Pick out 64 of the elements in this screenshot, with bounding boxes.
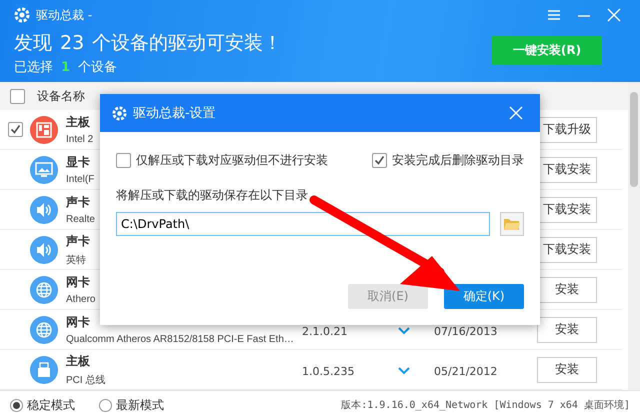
monitor-icon: [35, 162, 53, 178]
selected-label: 个设备: [78, 59, 118, 76]
install-button[interactable]: 下载安装: [537, 236, 597, 262]
mode-radio[interactable]: [99, 398, 112, 412]
device-name: Intel 2: [66, 134, 94, 145]
device-name: Realte: [66, 214, 95, 225]
device-name: PCI 总线: [66, 374, 106, 386]
install-button[interactable]: 下载安装: [537, 196, 597, 222]
close-icon: [607, 8, 621, 22]
globe-icon: [36, 282, 52, 298]
device-type: 网卡: [66, 274, 90, 291]
chevron-down-icon[interactable]: [398, 327, 410, 335]
close-icon: [509, 106, 523, 120]
selected-count: 1: [61, 60, 70, 75]
speaker-icon: [35, 202, 53, 218]
row-checkbox[interactable]: [8, 122, 23, 137]
gear-icon: [14, 7, 30, 23]
speaker-icon: [35, 242, 53, 258]
circuit-board-icon: [36, 122, 52, 138]
headline-text: 发现: [14, 31, 52, 56]
device-type: 主板: [66, 352, 90, 370]
gear-icon: [112, 106, 127, 120]
install-button[interactable]: 安装: [537, 276, 597, 302]
install-button[interactable]: 安装: [537, 316, 597, 342]
selected-label: 已选择: [14, 59, 53, 76]
device-name: Intel(F: [66, 174, 94, 185]
menu-icon: [547, 9, 561, 21]
device-count: 23: [60, 32, 84, 54]
install-button[interactable]: 下载安装: [537, 156, 597, 182]
usb-icon: [36, 362, 52, 378]
file-version: 2.1.0.21: [302, 325, 348, 338]
mode-label: 最新模式: [116, 396, 164, 414]
file-date: 05/21/2012: [434, 365, 498, 378]
device-type: 声卡: [66, 194, 90, 211]
path-field[interactable]: C:\DrvPath\: [116, 212, 490, 236]
install-button[interactable]: 安装: [537, 356, 597, 382]
install-button[interactable]: 下载升级: [537, 116, 597, 142]
window-title: 驱动总裁 -: [36, 6, 92, 24]
mode-radio[interactable]: [10, 398, 23, 412]
chevron-down-icon[interactable]: [398, 367, 410, 375]
option-checkbox[interactable]: [372, 153, 387, 168]
headline-text: 个设备的驱动可安装！: [92, 31, 282, 56]
device-type: 声卡: [66, 232, 90, 250]
column-header: 设备名称: [37, 88, 85, 104]
dialog-title: 驱动总裁-设置: [133, 105, 216, 122]
device-name: Athero: [66, 294, 96, 305]
file-date: 07/16/2013: [434, 325, 498, 338]
device-type: 网卡: [66, 314, 90, 331]
option-label: 安装完成后删除驱动目录: [392, 152, 524, 169]
scrollbar[interactable]: [628, 82, 640, 390]
ok-button[interactable]: 确定(K): [444, 284, 524, 309]
device-type: 主板: [66, 114, 90, 131]
device-name: Qualcomm Atheros AR8152/8158 PCI-E Fast Eth…: [66, 334, 294, 345]
option-checkbox[interactable]: [116, 153, 131, 168]
device-type: 显卡: [66, 154, 90, 171]
file-version: 1.0.5.235: [302, 365, 354, 378]
globe-icon: [36, 322, 52, 338]
device-name: 英特: [66, 254, 86, 266]
path-label: 将解压或下载的驱动保存在以下目录: [116, 187, 309, 204]
mode-label: 稳定模式: [27, 396, 75, 414]
select-all-checkbox[interactable]: [10, 88, 25, 104]
version-text: 版本:1.9.16.0_x64_Network [Windows 7 x64 桌面环境]: [341, 398, 630, 412]
option-label: 仅解压或下载对应驱动但不进行安装: [136, 152, 328, 169]
folder-icon: [503, 217, 521, 231]
